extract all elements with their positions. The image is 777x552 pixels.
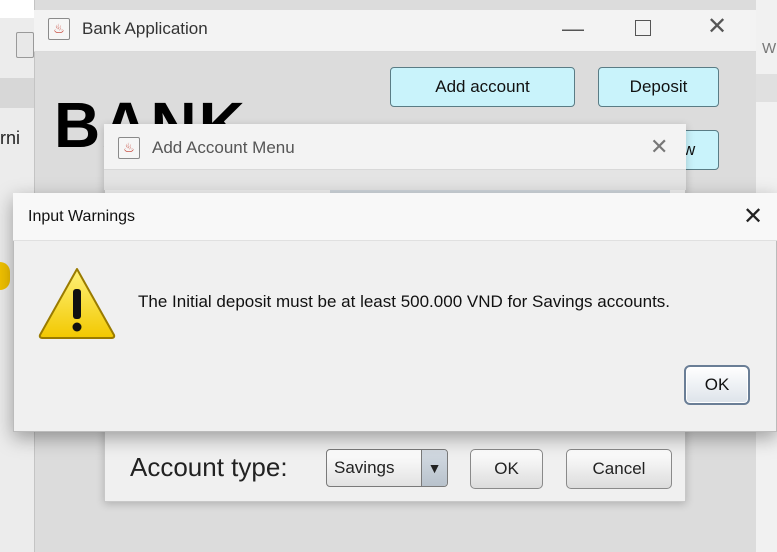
bank-window-title: Bank Application <box>82 19 208 38</box>
account-type-selected-value: Savings <box>334 458 395 477</box>
background-window-right-bar <box>756 74 777 102</box>
background-right-partial-text: W <box>762 40 777 57</box>
close-icon[interactable]: ✕ <box>650 134 668 160</box>
close-window-button[interactable]: ✕ <box>707 15 727 39</box>
background-partial-text: rni <box>0 128 21 148</box>
account-type-label: Account type: <box>130 452 288 482</box>
cancel-button[interactable]: Cancel <box>566 449 672 489</box>
deposit-button[interactable]: Deposit <box>598 67 719 107</box>
minimize-button[interactable]: — <box>562 18 584 40</box>
add-account-button[interactable]: Add account <box>390 67 575 107</box>
chevron-down-icon[interactable]: ▼ <box>421 450 447 486</box>
background-window-bar <box>0 78 34 108</box>
close-icon[interactable]: ✕ <box>743 202 763 231</box>
java-app-icon: ♨ <box>118 137 140 159</box>
java-app-icon: ♨ <box>48 18 70 40</box>
maximize-button[interactable] <box>635 20 651 36</box>
warning-message: The Initial deposit must be at least 500… <box>138 292 671 311</box>
background-window-icon <box>16 32 34 58</box>
warning-icon <box>38 268 116 339</box>
ok-button[interactable]: OK <box>470 449 543 489</box>
add-account-content-strip <box>104 170 686 190</box>
background-window-top-strip <box>0 0 34 18</box>
input-warnings-title: Input Warnings <box>28 208 136 225</box>
warning-ok-button[interactable]: OK <box>684 365 750 405</box>
add-account-title: Add Account Menu <box>152 138 295 157</box>
